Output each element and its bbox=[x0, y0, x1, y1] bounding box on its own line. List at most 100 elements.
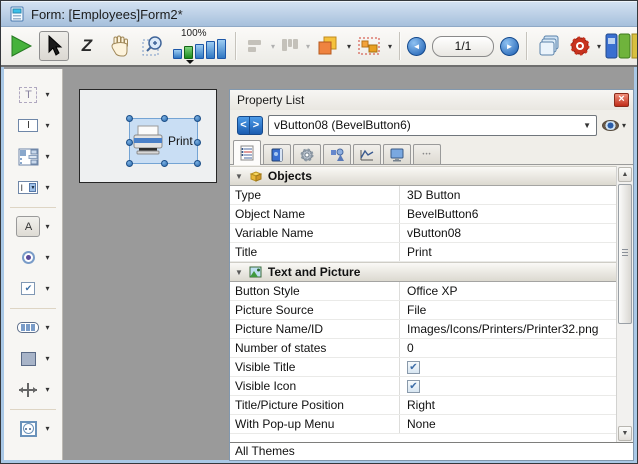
tab-objects[interactable] bbox=[323, 144, 351, 165]
group-tools-button[interactable] bbox=[354, 31, 384, 61]
align-tools-button[interactable] bbox=[243, 31, 267, 61]
palette-radio-tool[interactable]: ▾ bbox=[16, 242, 49, 273]
align-dropdown-icon[interactable]: ▾ bbox=[271, 42, 275, 51]
distribute-tools-button[interactable] bbox=[278, 31, 302, 61]
property-grid: ▼ Objects Type 3D Button Object Name Bev… bbox=[230, 166, 633, 442]
dropdown-arrow-icon[interactable]: ▾ bbox=[45, 121, 49, 130]
zoom-bar-50[interactable] bbox=[173, 49, 182, 59]
tab-property-list[interactable] bbox=[233, 140, 261, 165]
dropdown-arrow-icon[interactable]: ▾ bbox=[45, 253, 49, 262]
palette-rectangle-tool[interactable]: ▾ bbox=[16, 343, 49, 374]
collapse-triangle-icon[interactable]: ▼ bbox=[235, 172, 243, 181]
book-icon bbox=[269, 147, 285, 163]
selection-handle[interactable] bbox=[194, 139, 201, 146]
dropdown-arrow-icon[interactable]: ▾ bbox=[45, 385, 49, 394]
button-tool-icon: A bbox=[16, 216, 40, 237]
palette-input-tool[interactable]: I ▾ bbox=[16, 110, 49, 141]
palette-separator bbox=[10, 409, 56, 410]
next-object-button[interactable]: > bbox=[250, 116, 263, 135]
forward-arrow-icon: ► bbox=[506, 42, 514, 51]
input-field-icon: I bbox=[18, 119, 38, 132]
zoom-tool-button[interactable] bbox=[138, 31, 168, 61]
collapse-triangle-icon[interactable]: ▼ bbox=[235, 268, 243, 277]
section-title: Text and Picture bbox=[268, 265, 360, 279]
static-text-icon: T bbox=[19, 87, 37, 103]
view-options-button[interactable]: ▾ bbox=[602, 120, 626, 131]
scroll-down-button[interactable]: ▼ bbox=[618, 426, 632, 441]
page-indicator[interactable]: 1/1 bbox=[432, 36, 494, 57]
level-dropdown-icon[interactable]: ▾ bbox=[347, 42, 351, 51]
palette-separator bbox=[10, 207, 56, 208]
prev-object-button[interactable]: < bbox=[237, 116, 250, 135]
tab-settings[interactable] bbox=[293, 144, 321, 165]
hand-tool-button[interactable] bbox=[105, 31, 135, 61]
list-icon bbox=[239, 145, 255, 161]
tab-display[interactable] bbox=[383, 144, 411, 165]
selection-handle[interactable] bbox=[126, 139, 133, 146]
section-header-objects[interactable]: ▼ Objects bbox=[230, 166, 616, 186]
tab-more[interactable]: ••• bbox=[413, 144, 441, 165]
dropdown-arrow-icon[interactable]: ▾ bbox=[45, 323, 49, 332]
run-button[interactable] bbox=[6, 31, 36, 61]
palette-listbox-tool[interactable]: ▾ bbox=[16, 141, 49, 172]
select-tool-button[interactable] bbox=[39, 31, 69, 61]
dropdown-arrow-icon[interactable]: ▾ bbox=[45, 284, 49, 293]
palette-buttongrid-tool[interactable]: ▾ bbox=[16, 312, 49, 343]
palette-button-tool[interactable]: A ▾ bbox=[16, 211, 49, 242]
form-page[interactable]: Print bbox=[79, 89, 217, 183]
actions-gear-button[interactable] bbox=[567, 31, 593, 61]
tab-events[interactable] bbox=[353, 144, 381, 165]
property-list-titlebar[interactable]: Property List × bbox=[230, 90, 633, 110]
level-tools-button[interactable] bbox=[313, 31, 343, 61]
palette-static-text-tool[interactable]: T ▾ bbox=[16, 79, 49, 110]
zoom-bar-800[interactable] bbox=[217, 39, 226, 59]
dropdown-arrow-icon[interactable]: ▾ bbox=[45, 90, 49, 99]
zoom-bar-100-selected[interactable] bbox=[184, 46, 193, 59]
books-icon bbox=[604, 32, 638, 60]
distribute-dropdown-icon[interactable]: ▾ bbox=[306, 42, 310, 51]
palette-plugin-tool[interactable]: ▾ bbox=[16, 413, 49, 444]
window-titlebar[interactable]: Form: [Employees]Form2* bbox=[1, 1, 637, 27]
section-title: Objects bbox=[268, 169, 312, 183]
dropdown-arrow-icon[interactable]: ▾ bbox=[45, 222, 49, 231]
tab-book[interactable] bbox=[263, 144, 291, 165]
zoom-bar-200[interactable] bbox=[195, 44, 204, 59]
palette-checkbox-tool[interactable]: ✔ ▾ bbox=[16, 273, 49, 304]
scrollbar-thumb[interactable] bbox=[618, 184, 632, 324]
selection-handle[interactable] bbox=[126, 115, 133, 122]
gear-dropdown-icon[interactable]: ▾ bbox=[597, 42, 601, 51]
selection-handle[interactable] bbox=[126, 160, 133, 167]
group-dropdown-icon[interactable]: ▾ bbox=[388, 42, 392, 51]
scrollbar-grip bbox=[622, 249, 628, 257]
palette-combobox-tool[interactable]: I▼ ▾ bbox=[16, 172, 49, 203]
selected-print-button[interactable]: Print bbox=[129, 118, 198, 164]
themes-footer[interactable]: All Themes bbox=[230, 442, 633, 460]
selection-handle[interactable] bbox=[161, 115, 168, 122]
checkbox-checked[interactable]: ✔ bbox=[407, 380, 420, 393]
display-pages-button[interactable] bbox=[534, 31, 564, 61]
monitor-icon bbox=[389, 147, 405, 163]
zoom-bars[interactable] bbox=[173, 39, 226, 59]
next-page-button[interactable]: ► bbox=[500, 37, 519, 56]
selection-handle[interactable] bbox=[194, 160, 201, 167]
dropdown-arrow-icon[interactable]: ▾ bbox=[45, 152, 49, 161]
dropdown-arrow-icon[interactable]: ▾ bbox=[45, 183, 49, 192]
scroll-up-button[interactable]: ▲ bbox=[618, 167, 632, 182]
print-button-label: Print bbox=[168, 134, 193, 148]
checkbox-checked[interactable]: ✔ bbox=[407, 361, 420, 374]
property-scrollbar[interactable]: ▲ ▼ bbox=[617, 166, 633, 442]
zoom-bar-400[interactable] bbox=[206, 41, 215, 59]
selection-handle[interactable] bbox=[194, 115, 201, 122]
object-selector-dropdown[interactable]: vButton08 (BevelButton6) ▼ bbox=[268, 115, 597, 136]
explorer-books-button[interactable] bbox=[604, 32, 638, 60]
close-button[interactable]: × bbox=[614, 93, 629, 107]
dropdown-arrow-icon[interactable]: ▾ bbox=[45, 424, 49, 433]
radio-button-icon bbox=[22, 251, 35, 264]
prev-page-button[interactable]: ◄ bbox=[407, 37, 426, 56]
tab-order-tool-button[interactable]: Z bbox=[72, 31, 102, 61]
section-header-text-and-picture[interactable]: ▼ Text and Picture bbox=[230, 262, 616, 282]
selection-handle[interactable] bbox=[161, 160, 168, 167]
palette-splitter-tool[interactable]: ▾ bbox=[16, 374, 49, 405]
toolbar-separator bbox=[399, 32, 400, 60]
dropdown-arrow-icon[interactable]: ▾ bbox=[45, 354, 49, 363]
